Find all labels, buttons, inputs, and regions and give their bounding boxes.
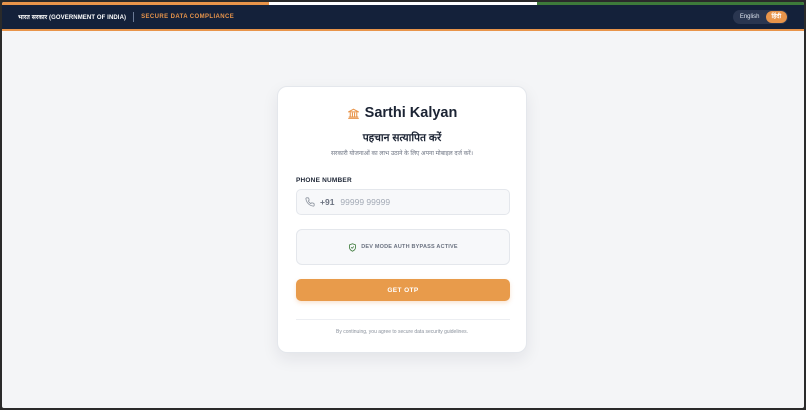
shield-check-icon	[349, 242, 357, 252]
login-card: Sarthi Kalyan पहचान सत्यापित करें सरकारी…	[277, 86, 527, 353]
app-window: भारत सरकार (GOVERNMENT OF INDIA) SECURE …	[2, 2, 804, 408]
page-subtitle: सरकारी योजनाओं का लाभ उठाने के लिए अपना …	[330, 151, 474, 157]
country-code-prefix: +91	[320, 197, 335, 207]
brand-header: Sarthi Kalyan	[278, 105, 526, 121]
bank-icon	[347, 108, 359, 119]
top-header-bar: भारत सरकार (GOVERNMENT OF INDIA) SECURE …	[2, 5, 804, 29]
language-option-hindi[interactable]: हिंदी	[765, 11, 787, 23]
language-toggle: English हिंदी	[732, 10, 788, 24]
brand-name: Sarthi Kalyan	[364, 105, 458, 121]
phone-number-label: PHONE NUMBER	[296, 177, 352, 184]
dev-mode-notice: DEV MODE AUTH BYPASS ACTIVE	[296, 229, 510, 265]
language-option-english[interactable]: English	[734, 11, 766, 23]
compliance-label: SECURE DATA COMPLIANCE	[141, 14, 235, 20]
phone-icon	[305, 197, 315, 207]
phone-number-field[interactable]: +91	[296, 189, 510, 215]
header-divider	[133, 12, 135, 22]
get-otp-button[interactable]: GET OTP	[296, 279, 510, 301]
phone-number-input[interactable]	[340, 197, 491, 207]
terms-note: By continuing, you agree to secure data …	[335, 329, 469, 335]
card-divider	[296, 319, 510, 320]
page-title: पहचान सत्यापित करें	[362, 132, 442, 144]
header-accent-line	[2, 29, 804, 31]
government-label: भारत सरकार (GOVERNMENT OF INDIA)	[18, 15, 127, 21]
dev-mode-text: DEV MODE AUTH BYPASS ACTIVE	[361, 244, 458, 250]
